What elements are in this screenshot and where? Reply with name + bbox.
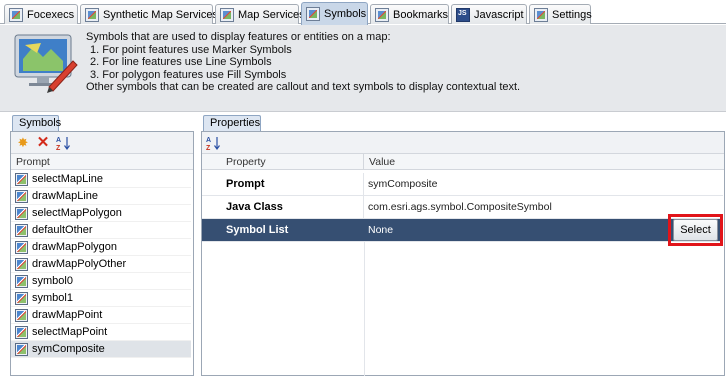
tab-symbols[interactable]: Symbols xyxy=(301,2,368,25)
tab-label: Symbols xyxy=(324,8,367,20)
value-column-header[interactable]: Value xyxy=(364,154,724,170)
tab-bookmarks[interactable]: Bookmarks xyxy=(370,4,449,24)
svg-text:Z: Z xyxy=(56,145,61,151)
property-row-symbol-list[interactable]: Symbol List None xyxy=(202,219,723,242)
symbol-icon xyxy=(15,223,28,237)
properties-panel-tab-label: Properties xyxy=(210,117,261,129)
tab-synthetic-map-services[interactable]: Synthetic Map Services xyxy=(80,4,218,24)
description-area: Symbols that are used to display feature… xyxy=(0,25,726,112)
description-line: Other symbols that can be created are ca… xyxy=(86,81,521,93)
symbol-label: symbol0 xyxy=(32,275,73,287)
property-row-prompt[interactable]: Prompt symComposite xyxy=(202,173,723,196)
symbol-list-item[interactable]: selectMapLine xyxy=(11,171,191,188)
symbols-toolbar: ✸ ✕ A Z xyxy=(11,132,193,154)
symbol-list-item[interactable]: drawMapPolyOther xyxy=(11,256,191,273)
symbol-list-item[interactable]: drawMapPolygon xyxy=(11,239,191,256)
property-name: Java Class xyxy=(202,196,364,218)
symbol-label: symComposite xyxy=(32,343,105,355)
description-line: 2. For line features use Line Symbols xyxy=(90,56,272,68)
symbols-list: selectMapLine drawMapLine selectMapPolygon… xyxy=(11,171,191,358)
tab-focexecs[interactable]: Focexecs xyxy=(4,4,78,24)
property-name: Prompt xyxy=(202,173,364,195)
symbol-icon xyxy=(15,325,28,339)
properties-toolbar: A Z xyxy=(202,132,724,154)
symbol-icon xyxy=(15,342,28,356)
symbol-list-item[interactable]: drawMapLine xyxy=(11,188,191,205)
property-name: Symbol List xyxy=(202,219,364,241)
symbol-icon xyxy=(15,206,28,220)
symbol-icon xyxy=(15,240,28,254)
symbol-label: symbol1 xyxy=(32,292,73,304)
column-divider xyxy=(364,242,365,376)
map-illustration-icon xyxy=(14,34,78,93)
sort-az-icon[interactable]: A Z xyxy=(56,135,72,151)
tab-settings[interactable]: Settings xyxy=(529,4,592,24)
prompt-column-label: Prompt xyxy=(16,156,50,168)
select-button[interactable]: Select xyxy=(673,219,718,241)
svg-text:Z: Z xyxy=(206,145,211,151)
symbol-list-item[interactable]: defaultOther xyxy=(11,222,191,239)
description-line: 1. For point features use Marker Symbols xyxy=(90,43,292,56)
sort-az-icon[interactable]: A Z xyxy=(206,135,222,151)
main-tab-strip: Focexecs Synthetic Map Services Map Serv… xyxy=(0,0,726,25)
svg-text:A: A xyxy=(206,137,211,144)
map-services-icon xyxy=(220,7,234,22)
value-column-label: Value xyxy=(369,156,396,168)
symbol-list-item[interactable]: drawMapPoint xyxy=(11,307,191,324)
symbol-list-item[interactable]: symbol0 xyxy=(11,273,191,290)
property-column-label: Property xyxy=(226,156,266,168)
property-row-java-class[interactable]: Java Class com.esri.ags.symbol.Composite… xyxy=(202,196,723,219)
symbol-icon xyxy=(15,308,28,322)
properties-panel: A Z Property Value Prompt symComposite J… xyxy=(201,131,725,376)
javascript-icon xyxy=(456,7,470,22)
property-value[interactable]: symComposite xyxy=(364,173,723,195)
symbols-panel-tab[interactable]: Symbols xyxy=(12,115,62,132)
delete-x-icon[interactable]: ✕ xyxy=(35,135,51,151)
symbols-panel-tab-label: Symbols xyxy=(19,117,62,129)
tab-label: Settings xyxy=(552,8,592,21)
tab-label: Focexecs xyxy=(27,8,75,21)
symbol-icon xyxy=(15,172,28,186)
property-column-header[interactable]: Property xyxy=(202,154,364,170)
symbol-label: drawMapPolygon xyxy=(32,241,117,253)
symbols-panel: ✸ ✕ A Z Prompt selectMapLine drawMapLine s… xyxy=(10,131,194,376)
focexec-icon xyxy=(9,7,23,22)
tab-label: Map Services xyxy=(238,8,305,21)
symbol-label: defaultOther xyxy=(32,224,93,236)
prompt-column-header[interactable]: Prompt xyxy=(11,154,193,170)
tab-map-services[interactable]: Map Services xyxy=(215,4,305,24)
symbol-icon xyxy=(15,274,28,288)
tab-javascript[interactable]: Javascript xyxy=(451,4,527,24)
symbol-icon xyxy=(15,291,28,305)
symbol-label: drawMapPoint xyxy=(32,309,103,321)
symbol-label: drawMapPolyOther xyxy=(32,258,127,270)
symbol-icon xyxy=(15,257,28,271)
symbol-label: selectMapPoint xyxy=(32,326,108,338)
bookmark-icon xyxy=(375,7,389,22)
symbol-label: selectMapPolygon xyxy=(32,207,122,219)
symbol-label: selectMapLine xyxy=(32,173,103,185)
symbols-description: Symbols that are used to display feature… xyxy=(86,31,706,94)
settings-icon xyxy=(534,7,548,22)
description-line: 3. For polygon features use Fill Symbols xyxy=(90,68,287,81)
symbol-list-item[interactable]: selectMapPoint xyxy=(11,324,191,341)
tab-label: Javascript xyxy=(474,8,524,21)
symbol-icon xyxy=(15,189,28,203)
properties-panel-tab[interactable]: Properties xyxy=(203,115,261,132)
tab-label: Synthetic Map Services xyxy=(103,8,218,21)
tab-label: Bookmarks xyxy=(393,8,449,21)
svg-text:A: A xyxy=(56,137,61,144)
symbols-icon xyxy=(306,7,320,21)
synthetic-map-icon xyxy=(85,7,99,22)
description-line: Symbols that are used to display feature… xyxy=(86,31,391,43)
symbol-label: drawMapLine xyxy=(32,190,99,202)
symbol-list-item[interactable]: selectMapPolygon xyxy=(11,205,191,222)
new-star-icon[interactable]: ✸ xyxy=(15,135,31,151)
symbol-list-item[interactable]: symbol1 xyxy=(11,290,191,307)
symbol-list-item[interactable]: symComposite xyxy=(11,341,191,358)
